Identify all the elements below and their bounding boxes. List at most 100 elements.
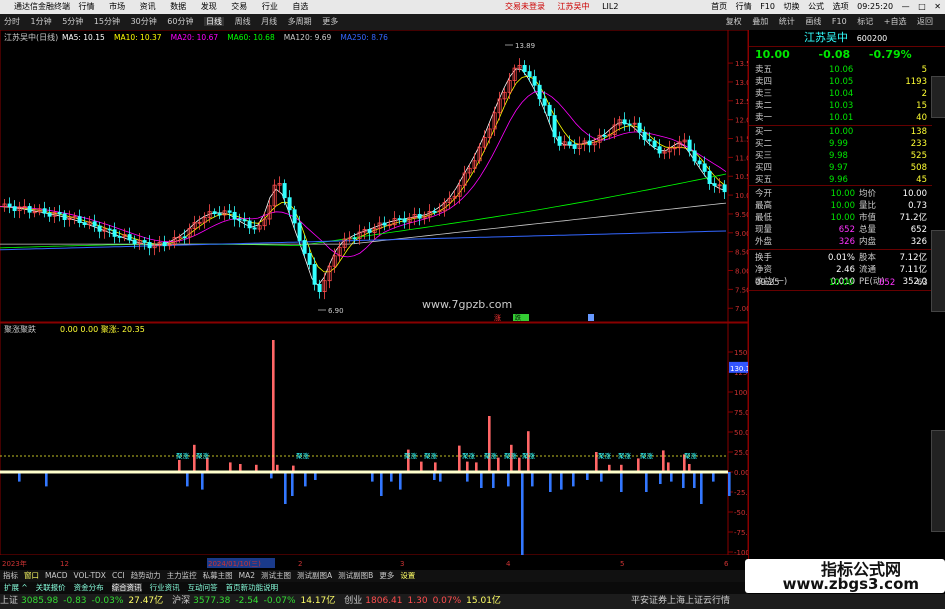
title-f10[interactable]: F10 [760, 2, 775, 11]
indicator-tab[interactable]: CCI [112, 571, 125, 580]
indicator-tab[interactable]: MA2 [239, 571, 255, 580]
indicator-tab[interactable]: 更多 [379, 571, 394, 580]
menu-item[interactable]: 交易 [231, 2, 247, 11]
module-tab[interactable]: 互动问答 [188, 583, 218, 592]
period-tab[interactable]: 分时 [4, 17, 20, 26]
tool-button[interactable]: 返回 [917, 17, 933, 26]
period-tab[interactable]: 15分钟 [94, 17, 120, 26]
period-tab[interactable]: 5分钟 [62, 17, 83, 26]
candle-body [307, 253, 312, 265]
period-tab[interactable]: 更多 [322, 17, 338, 26]
side-tab[interactable] [931, 430, 945, 532]
site-watermark: 指标公式网 www.zbgs3.com [745, 559, 945, 593]
period-tab[interactable]: 1分钟 [31, 17, 52, 26]
bid-row[interactable]: 买一 10.00 138 [749, 126, 939, 138]
bid-row[interactable]: 买二 9.99 233 [749, 138, 939, 150]
tool-button[interactable]: 统计 [779, 17, 795, 26]
period-tab[interactable]: 周线 [235, 17, 251, 26]
kline-chart-area[interactable]: 江苏吴中(日线) MA5: 10.15 MA10: 10.37 MA20: 10.6… [0, 29, 761, 570]
ask-row[interactable]: 卖二 10.03 15 [749, 100, 939, 112]
indicator-tab[interactable]: 测试副图B [338, 571, 373, 580]
title-switch[interactable]: 切换 [784, 2, 800, 11]
period-tab[interactable]: 30分钟 [131, 17, 157, 26]
maximize-button[interactable]: □ [918, 2, 926, 11]
sub-y-tick-label: 0.00 [734, 469, 748, 477]
indicator-tab[interactable]: MACD [45, 571, 67, 580]
index-name: 创业 [344, 596, 363, 606]
module-tab[interactable]: 首页新功能说明 [226, 583, 279, 592]
period-tab[interactable]: 多周期 [288, 17, 312, 26]
period-tab[interactable]: 月线 [261, 17, 277, 26]
candle-body [232, 211, 237, 220]
close-button[interactable]: ✕ [934, 2, 941, 11]
level-price: 10.00 [829, 127, 854, 137]
index-quote[interactable]: 创业 1806.41 1.30 0.07% 15.01亿 [344, 596, 505, 606]
indicator-tab[interactable]: 窗口 [24, 571, 39, 580]
candle-body [352, 237, 357, 240]
level-volume: 233 [910, 139, 927, 149]
tool-button[interactable]: F10 [832, 17, 847, 26]
ask-row[interactable]: 卖一 10.01 40 [749, 112, 939, 124]
ask-row[interactable]: 卖四 10.05 1193 [749, 76, 939, 88]
index-quote[interactable]: 沪深 3577.38 -2.54 -0.07% 14.17亿 [172, 596, 339, 606]
indicator-tab[interactable]: 私募主图 [203, 571, 233, 580]
indicator-tab[interactable]: 趋势动力 [131, 571, 161, 580]
tool-button[interactable]: +自选 [884, 17, 907, 26]
bid-row[interactable]: 买三 9.98 525 [749, 150, 939, 162]
module-tab[interactable]: 关联报价 [36, 583, 66, 592]
kline-chart-svg[interactable]: 江苏吴中(日线) MA5: 10.15 MA10: 10.37 MA20: 10.6… [0, 29, 761, 570]
sub-bar-down [45, 472, 48, 487]
status-bar: 上证 3085.98 -0.83 -0.03% 27.47亿 沪深 3577.38 -2.54… [0, 594, 945, 609]
period-tab-selected[interactable]: 日线 [204, 17, 225, 26]
title-formula[interactable]: 公式 [808, 2, 824, 11]
module-tab[interactable]: 扩展 ^ [4, 583, 28, 592]
title-home[interactable]: 首页 [711, 2, 727, 11]
bid-row[interactable]: 买四 9.97 508 [749, 162, 939, 174]
title-options[interactable]: 选项 [833, 2, 849, 11]
y-tick-label: 8.00 [735, 268, 748, 276]
ask-row[interactable]: 卖三 10.04 2 [749, 88, 939, 100]
menu-item[interactable]: 行情 [79, 2, 95, 11]
stats-divider [749, 249, 932, 250]
indicator-tab[interactable]: 测试主图 [261, 571, 291, 580]
menu-item[interactable]: 发现 [201, 2, 217, 11]
sub-bar-down [572, 472, 575, 487]
trade-login-status[interactable]: 交易未登录 [505, 2, 545, 11]
module-tab[interactable]: 行业资讯 [150, 583, 180, 592]
high-label: 13.89 [515, 42, 535, 50]
module-tab[interactable]: 资金分布 [74, 583, 104, 592]
indicator-tab[interactable]: VOL-TDX [73, 571, 105, 580]
menu-item[interactable]: 市场 [109, 2, 125, 11]
candle-body [97, 225, 102, 232]
candle-body [657, 146, 662, 154]
title-quote[interactable]: 行情 [736, 2, 752, 11]
menu-item[interactable]: 行业 [262, 2, 278, 11]
tool-button[interactable]: 标记 [857, 17, 873, 26]
menu-item[interactable]: 数据 [170, 2, 186, 11]
side-tab[interactable] [931, 230, 945, 312]
indicator-tab[interactable]: 指标 [3, 571, 18, 580]
minimize-button[interactable]: — [902, 2, 910, 11]
indicator-tab[interactable]: 主力监控 [167, 571, 197, 580]
menu-item[interactable]: 自选 [292, 2, 308, 11]
indicator-tab[interactable]: 测试副图A [297, 571, 332, 580]
indicator-tab[interactable]: 设置 [400, 571, 415, 580]
broker-name: 平安证券上海上证云行情 [630, 596, 730, 606]
candle-body [42, 208, 47, 214]
sub-chart-values: 0.00 0.00 聚涨: 20.35 [60, 324, 145, 334]
stat-row: 换手 0.01% 股本 7.12亿 [749, 252, 939, 264]
ask-row[interactable]: 卖五 10.06 5 [749, 64, 939, 76]
index-value: 1806.41 [365, 596, 403, 606]
module-tab[interactable]: 综合资讯 [111, 583, 142, 592]
stat-row: 最低 10.00 市值 71.2亿 [749, 212, 939, 224]
index-quote[interactable]: 上证 3085.98 -0.83 -0.03% 27.47亿 [0, 596, 167, 606]
tool-button[interactable]: 画线 [805, 17, 821, 26]
tool-button[interactable]: 复权 [726, 17, 742, 26]
menu-item[interactable]: 资讯 [140, 2, 156, 11]
quote-panel: 江苏吴中 600200 10.00 -0.08 -0.79% 卖五 10.06 5 卖… [748, 30, 945, 570]
tool-button[interactable]: 叠加 [752, 17, 768, 26]
side-tab[interactable] [931, 76, 945, 118]
candle-body [417, 214, 422, 219]
period-tab[interactable]: 60分钟 [167, 17, 193, 26]
candle-body [432, 211, 437, 213]
